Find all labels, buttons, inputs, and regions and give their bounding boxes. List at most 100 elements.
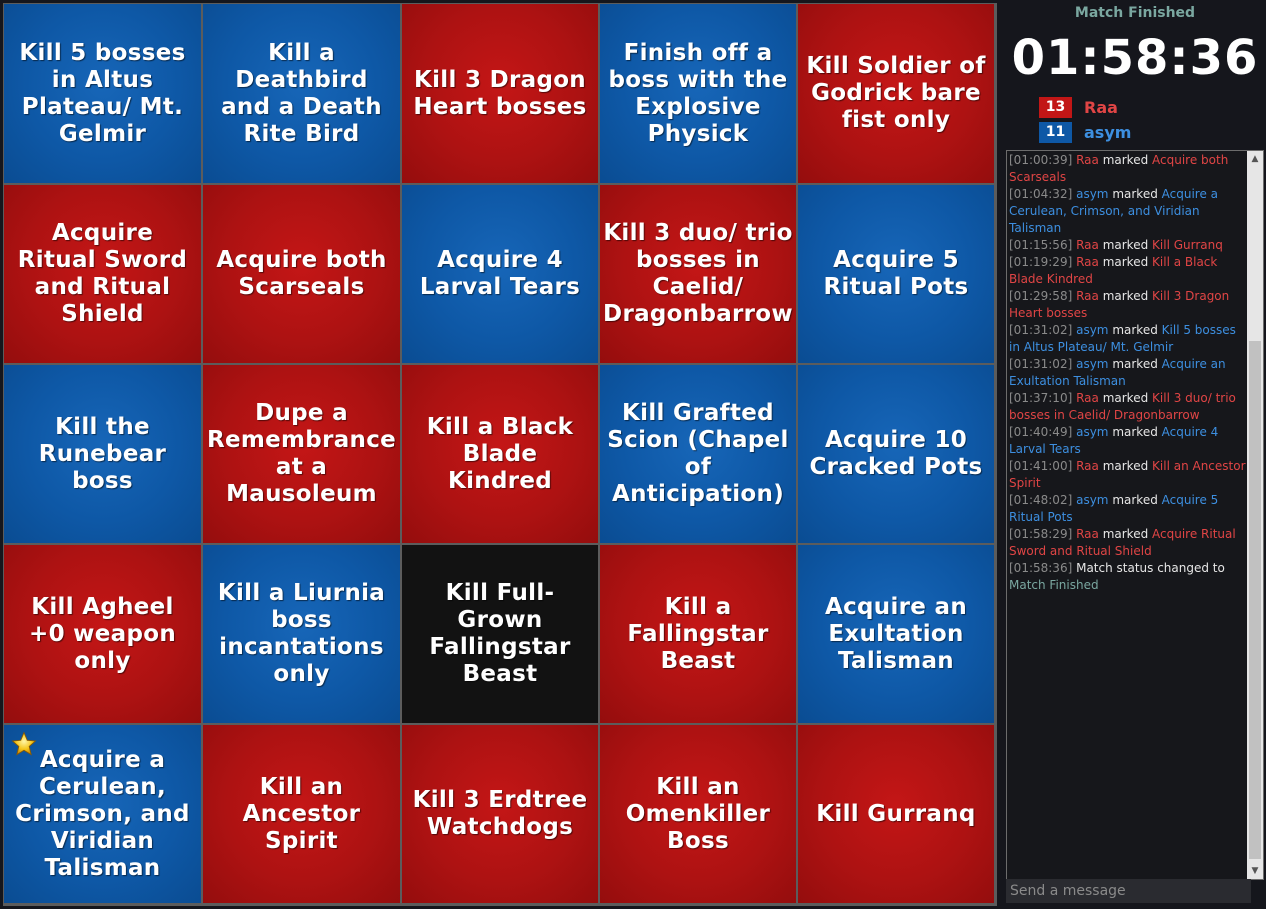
match-status: Match Finished <box>1074 5 1196 21</box>
bingo-cell[interactable]: Kill a Black Blade Kindred <box>402 365 598 543</box>
bingo-cell-label: Kill a Liurnia boss incantations only <box>217 580 386 687</box>
bingo-cell[interactable]: Kill an Omenkiller Boss <box>600 725 796 903</box>
chat-entry: [01:15:56] Raa marked Kill Gurranq <box>1009 237 1247 254</box>
bingo-cell-label: Kill 5 bosses in Altus Plateau/ Mt. Gelm… <box>19 39 186 147</box>
chat-action: marked <box>1112 493 1158 507</box>
player-row-asym: 11 asym <box>1039 121 1131 143</box>
scroll-up-arrow-icon[interactable]: ▲ <box>1247 151 1263 167</box>
chat-timestamp: [01:15:56] <box>1009 238 1073 252</box>
chat-entry: [01:37:10] Raa marked Kill 3 duo/ trio b… <box>1009 390 1247 424</box>
chat-player-name: Raa <box>1076 289 1099 303</box>
chat-timestamp: [01:58:36] <box>1009 561 1073 575</box>
chat-entry: [01:40:49] asym marked Acquire 4 Larval … <box>1009 424 1247 458</box>
chat-player-name: Raa <box>1076 238 1099 252</box>
bingo-cell-label: Kill the Runebear boss <box>38 413 167 494</box>
bingo-cell-label: Kill 3 Dragon Heart bosses <box>413 66 587 120</box>
bingo-cell[interactable]: Kill Agheel +0 weapon only <box>4 545 201 723</box>
chat-log-panel[interactable]: [01:00:39] Raa marked Acquire both Scars… <box>1006 150 1264 880</box>
bingo-cell-label: Kill Agheel +0 weapon only <box>29 593 176 674</box>
chat-timestamp: [01:00:39] <box>1009 153 1073 167</box>
chat-entry: [01:58:29] Raa marked Acquire Ritual Swo… <box>1009 526 1247 560</box>
chat-player-name: Raa <box>1076 459 1099 473</box>
chat-entry: [01:04:32] asym marked Acquire a Cerulea… <box>1009 186 1247 237</box>
bingo-board: Kill 5 bosses in Altus Plateau/ Mt. Gelm… <box>3 3 997 906</box>
bingo-cell[interactable]: Acquire 10 Cracked Pots <box>798 365 994 543</box>
bingo-cell[interactable]: Kill a Fallingstar Beast <box>600 545 796 723</box>
bingo-cell-label: Kill a Deathbird and a Death Rite Bird <box>221 39 382 147</box>
bingo-cell[interactable]: Kill an Ancestor Spirit <box>203 725 400 903</box>
bingo-cell[interactable]: Finish off a boss with the Explosive Phy… <box>600 4 796 183</box>
bingo-cell[interactable]: Kill the Runebear boss <box>4 365 201 543</box>
chat-player-name: asym <box>1076 357 1109 371</box>
bingo-cell[interactable]: Kill 5 bosses in Altus Plateau/ Mt. Gelm… <box>4 4 201 183</box>
bingo-cell-label: Acquire an Exultation Talisman <box>825 593 967 674</box>
chat-action: marked <box>1102 527 1149 541</box>
chat-player-name: Raa <box>1076 391 1099 405</box>
chat-timestamp: [01:19:29] <box>1009 255 1073 269</box>
chat-timestamp: [01:04:32] <box>1009 187 1073 201</box>
bingo-cell[interactable]: Kill a Liurnia boss incantations only <box>203 545 400 723</box>
bingo-cell-label: Acquire 10 Cracked Pots <box>809 427 983 480</box>
chat-entry: [01:48:02] asym marked Acquire 5 Ritual … <box>1009 492 1247 526</box>
bingo-cell[interactable]: Kill a Deathbird and a Death Rite Bird <box>203 4 400 183</box>
bingo-cell[interactable]: Acquire Ritual Sword and Ritual Shield <box>4 185 201 363</box>
chat-goal: Kill Gurranq <box>1152 238 1223 252</box>
bingo-cell[interactable]: Kill Grafted Scion (Chapel of Anticipati… <box>600 365 796 543</box>
chat-action: marked <box>1112 323 1158 337</box>
bingo-cell[interactable]: Kill 3 Erdtree Watchdogs <box>402 725 598 903</box>
bingo-cell[interactable]: Kill 3 Dragon Heart bosses <box>402 4 598 183</box>
chat-player-name: asym <box>1076 493 1109 507</box>
bingo-cell-label: Acquire 5 Ritual Pots <box>823 247 969 300</box>
player-name: asym <box>1084 122 1132 142</box>
chat-entry: [01:00:39] Raa marked Acquire both Scars… <box>1009 152 1247 186</box>
chat-action: marked <box>1102 459 1149 473</box>
bingo-cell-label: Kill Soldier of Godrick bare fist only <box>806 53 986 133</box>
chat-timestamp: [01:58:29] <box>1009 527 1073 541</box>
chat-entry: [01:31:02] asym marked Acquire an Exulta… <box>1009 356 1247 390</box>
chat-entry: [01:19:29] Raa marked Kill a Black Blade… <box>1009 254 1247 288</box>
star-icon <box>11 731 37 756</box>
chat-scrollbar[interactable]: ▲ ▼ <box>1247 151 1263 879</box>
scroll-down-arrow-icon[interactable]: ▼ <box>1247 863 1263 879</box>
chat-action: marked <box>1102 255 1149 269</box>
chat-message-input[interactable] <box>1006 879 1251 903</box>
chat-timestamp: [01:37:10] <box>1009 391 1073 405</box>
player-name: Raa <box>1084 97 1118 117</box>
bingo-cell[interactable]: Acquire both Scarseals <box>203 185 400 363</box>
bingo-cell[interactable]: Acquire 5 Ritual Pots <box>798 185 994 363</box>
bingo-cell[interactable]: Kill Gurranq <box>798 725 994 903</box>
chat-action: marked <box>1102 153 1149 167</box>
chat-timestamp: [01:31:02] <box>1009 323 1073 337</box>
player-score-badge: 13 <box>1039 96 1072 118</box>
bingo-cell-label: Kill 3 duo/ trio bosses in Caelid/ Drago… <box>603 220 793 327</box>
chat-entry: [01:41:00] Raa marked Kill an Ancestor S… <box>1009 458 1247 492</box>
bingo-cell[interactable]: Kill Full-Grown Fallingstar Beast <box>402 545 598 723</box>
chat-timestamp: [01:29:58] <box>1009 289 1073 303</box>
scrollbar-thumb[interactable] <box>1249 341 1261 859</box>
chat-action: marked <box>1102 289 1149 303</box>
bingo-cell[interactable]: Acquire an Exultation Talisman <box>798 545 994 723</box>
chat-entry: [01:29:58] Raa marked Kill 3 Dragon Hear… <box>1009 288 1247 322</box>
bingo-cell-label: Kill a Black Blade Kindred <box>426 413 574 494</box>
bingo-cell-label: Acquire both Scarseals <box>216 247 387 300</box>
sidebar: Match Finished 01:58:36 13 Raa 11 asym [… <box>1006 0 1264 909</box>
chat-timestamp: [01:31:02] <box>1009 357 1073 371</box>
bingo-cell[interactable]: Acquire a Cerulean, Crimson, and Viridia… <box>4 725 201 903</box>
bingo-cell-label: Acquire a Cerulean, Crimson, and Viridia… <box>15 746 190 881</box>
chat-player-name: asym <box>1076 187 1109 201</box>
chat-player-name: asym <box>1076 323 1109 337</box>
bingo-cell-label: Kill Gurranq <box>816 800 976 827</box>
chat-player-name: Raa <box>1076 255 1099 269</box>
chat-timestamp: [01:40:49] <box>1009 425 1073 439</box>
chat-player-name: asym <box>1076 425 1109 439</box>
chat-action: marked <box>1112 187 1158 201</box>
bingo-cell[interactable]: Kill 3 duo/ trio bosses in Caelid/ Drago… <box>600 185 796 363</box>
bingo-cell[interactable]: Kill Soldier of Godrick bare fist only <box>798 4 994 183</box>
chat-timestamp: [01:48:02] <box>1009 493 1073 507</box>
bingo-cell[interactable]: Dupe a Remembrance at a Mausoleum <box>203 365 400 543</box>
chat-action: marked <box>1102 238 1149 252</box>
bingo-cell[interactable]: Acquire 4 Larval Tears <box>402 185 598 363</box>
player-score-badge: 11 <box>1039 121 1072 143</box>
chat-log: [01:00:39] Raa marked Acquire both Scars… <box>1009 152 1247 594</box>
chat-player-name: Raa <box>1076 527 1099 541</box>
